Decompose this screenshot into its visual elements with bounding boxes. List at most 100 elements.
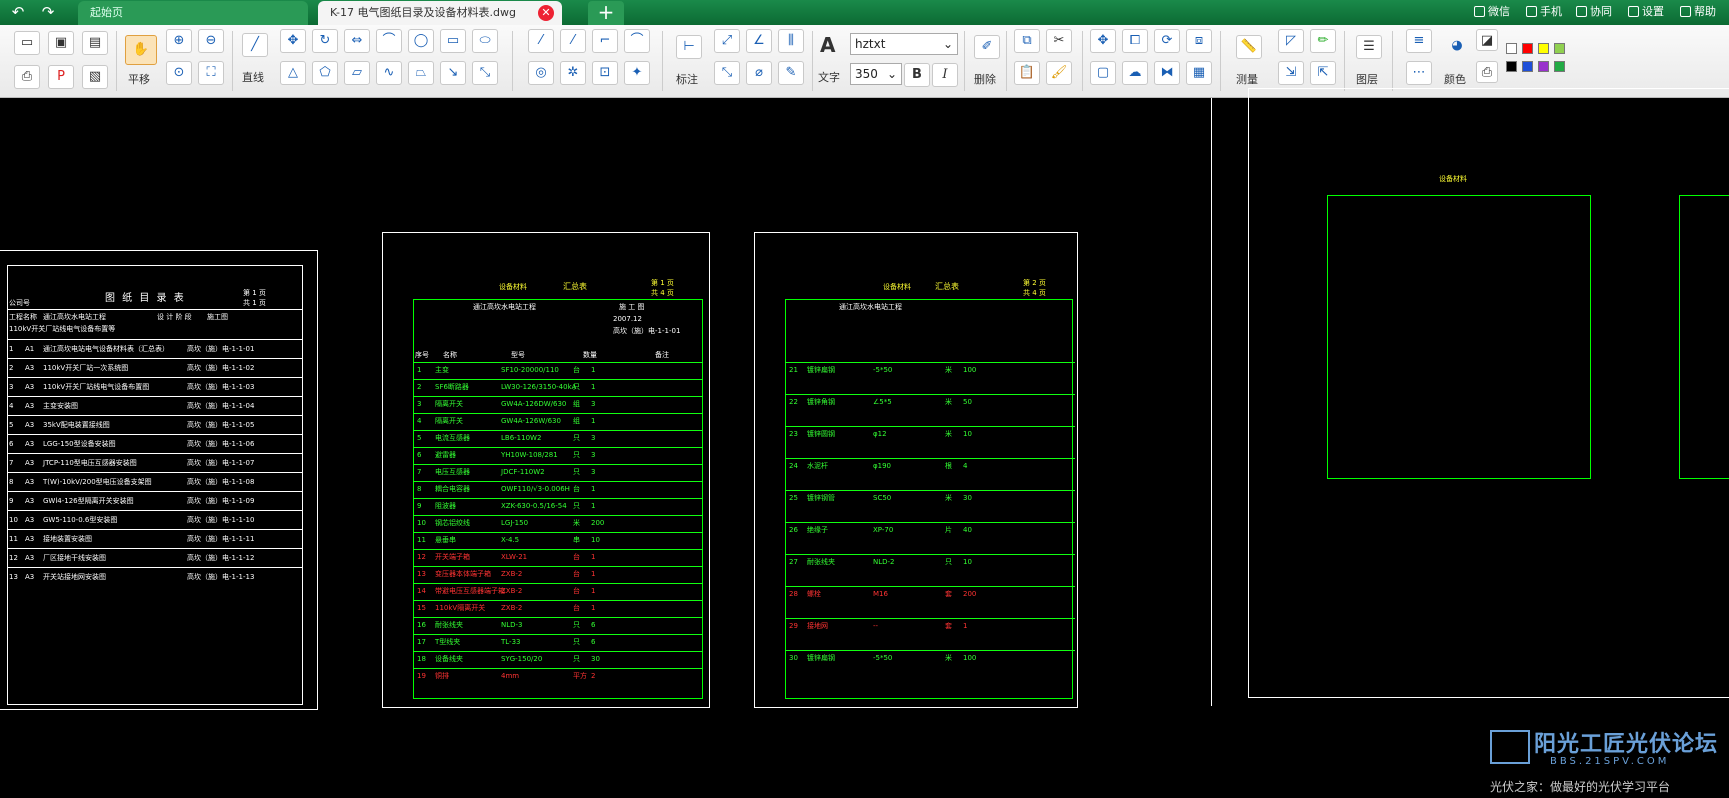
explode-icon[interactable]: ✦ (624, 61, 650, 85)
color-swatch[interactable] (1554, 61, 1565, 72)
continuous-dim-icon[interactable]: ⫼ (778, 29, 804, 53)
layer-print-icon[interactable]: ⎙ (1476, 61, 1498, 83)
zoom-window-icon[interactable]: ⊙ (166, 61, 192, 85)
text-size-select[interactable]: 350 ⌄ (850, 63, 902, 85)
settings-button[interactable]: 设置 (1628, 4, 1664, 20)
toolbar-separator (1392, 31, 1393, 91)
spline-icon[interactable]: ∿ (376, 61, 402, 85)
layer-state-icon[interactable]: ◪ (1476, 29, 1498, 51)
extend-icon[interactable]: ⁄ (560, 29, 586, 53)
polygon-icon[interactable]: ⬠ (312, 61, 338, 85)
copy-icon[interactable]: ⧉ (1014, 29, 1040, 53)
bold-button[interactable]: B (904, 63, 930, 87)
ellipse-icon[interactable]: ⬭ (472, 29, 498, 53)
match-properties-icon[interactable]: 🖌 (1046, 61, 1072, 85)
zoom-out-icon[interactable]: ⊖ (198, 29, 224, 53)
scale-icon[interactable]: ⊡ (592, 61, 618, 85)
xline-icon[interactable]: ⤡ (472, 61, 498, 85)
color-swatch[interactable] (1506, 61, 1517, 72)
fillet-icon[interactable]: ⌐ (592, 29, 618, 53)
drawing-canvas[interactable]: 公司号 图 纸 目 录 表 第 1 页 共 1 页 工程名称 通江高坎水电站工程… (0, 88, 1729, 794)
arc-icon[interactable]: ⌒ (376, 29, 402, 53)
move-icon[interactable]: ✥ (280, 29, 306, 53)
grid-icon[interactable]: ▦ (1186, 61, 1212, 85)
wechat-button[interactable]: 微信 (1474, 4, 1510, 20)
copy-object-icon[interactable]: ⧠ (1122, 29, 1148, 53)
close-tab-icon[interactable]: ✕ (538, 5, 554, 21)
color-swatch[interactable] (1506, 43, 1517, 54)
table-cell: 耐张线夹 (435, 621, 463, 629)
window-icon[interactable]: ▢ (1090, 61, 1116, 85)
help-button[interactable]: 帮助 (1680, 4, 1716, 20)
tab-home[interactable]: 起始页 (78, 1, 308, 25)
radius-dim-icon[interactable]: ⤡ (714, 61, 740, 85)
color-swatch[interactable] (1538, 61, 1549, 72)
font-select[interactable]: hztxt ⌄ (850, 33, 958, 55)
offset-icon[interactable]: ◎ (528, 61, 554, 85)
table-cell: 钢芯铝绞线 (435, 519, 470, 527)
circle-icon[interactable]: ◯ (408, 29, 434, 53)
rotate-object-icon[interactable]: ⟳ (1154, 29, 1180, 53)
array-icon[interactable]: ✲ (560, 61, 586, 85)
layers-icon[interactable]: ☰ (1356, 35, 1382, 59)
pan-hand-icon[interactable]: ✋ (125, 35, 157, 65)
trapezoid-icon[interactable]: ⏢ (408, 61, 434, 85)
text-tool-icon[interactable]: A (820, 33, 835, 57)
export-image-icon[interactable]: ▧ (82, 65, 108, 89)
table-cell: 5 (417, 434, 422, 442)
pdf-export-icon[interactable]: P (48, 65, 74, 89)
table-cell: 变压器本体端子箱 (435, 570, 491, 578)
cut-icon[interactable]: ✂ (1046, 29, 1072, 53)
parallelogram-icon[interactable]: ▱ (344, 61, 370, 85)
diameter-dim-icon[interactable]: ⌀ (746, 61, 772, 85)
zoom-in-icon[interactable]: ⊕ (166, 29, 192, 53)
redo-arrow-icon[interactable]: ↷ (38, 3, 58, 21)
tab-active-drawing[interactable]: K-17 电气图纸目录及设备材料表.dwg (318, 1, 562, 25)
color-swatch[interactable] (1554, 43, 1565, 54)
save-as-icon[interactable]: ▤ (82, 31, 108, 55)
import-icon[interactable]: ⇲ (1278, 61, 1304, 85)
ray-icon[interactable]: ↘ (440, 61, 466, 85)
table-cell: SF6断路器 (435, 383, 469, 391)
color-swatch[interactable] (1538, 43, 1549, 54)
3d-view-icon[interactable]: ⧈ (1186, 29, 1212, 53)
italic-button[interactable]: I (932, 63, 958, 87)
move-copy-icon[interactable]: ✥ (1090, 29, 1116, 53)
print-icon[interactable]: ⎙ (14, 65, 40, 89)
add-tab-button[interactable]: + (588, 1, 624, 25)
table-cell: 1 (591, 383, 596, 391)
table-cell: 18 (417, 655, 426, 663)
ruler-icon[interactable]: 📏 (1236, 35, 1262, 59)
mirror-icon[interactable]: ⧓ (1154, 61, 1180, 85)
undo-arrow-icon[interactable]: ↶ (8, 3, 28, 21)
area-measure-icon[interactable]: ◸ (1278, 29, 1304, 53)
trim-icon[interactable]: ⁄ (528, 29, 554, 53)
save-icon[interactable]: ▣ (48, 31, 74, 55)
index-row-line (7, 491, 303, 492)
zoom-extents-icon[interactable]: ⛶ (198, 61, 224, 85)
rectangle-icon[interactable]: ▭ (440, 29, 466, 53)
cloud-icon[interactable]: ☁ (1122, 61, 1148, 85)
triangle-icon[interactable]: △ (280, 61, 306, 85)
color-swatch[interactable] (1522, 43, 1533, 54)
leader-icon[interactable]: ✎ (778, 61, 804, 85)
stretch-icon[interactable]: ⇔ (344, 29, 370, 53)
list-icon[interactable]: ≡ (1406, 29, 1432, 53)
paste-icon[interactable]: 📋 (1014, 61, 1040, 85)
chamfer-icon[interactable]: ⌒ (624, 29, 650, 53)
dimension-icon[interactable]: ⊢ (676, 35, 702, 59)
color-swatch[interactable] (1522, 61, 1533, 72)
phone-button[interactable]: 手机 (1526, 4, 1562, 20)
markup-pen-icon[interactable]: ✏ (1310, 29, 1336, 53)
line-tool-icon[interactable]: ╱ (242, 33, 268, 57)
angle-dim-icon[interactable]: ∠ (746, 29, 772, 53)
aligned-dim-icon[interactable]: ⤢ (714, 29, 740, 53)
rotate-icon[interactable]: ↻ (312, 29, 338, 53)
index-cell: A3 (25, 421, 35, 429)
eraser-icon[interactable]: ✐ (974, 35, 1000, 59)
export-icon[interactable]: ⇱ (1310, 61, 1336, 85)
collab-button[interactable]: 协同 (1576, 4, 1612, 20)
color-wheel-icon[interactable]: ◕ (1444, 35, 1470, 59)
properties-icon[interactable]: ⋯ (1406, 61, 1432, 85)
open-file-icon[interactable]: ▭ (14, 31, 40, 55)
